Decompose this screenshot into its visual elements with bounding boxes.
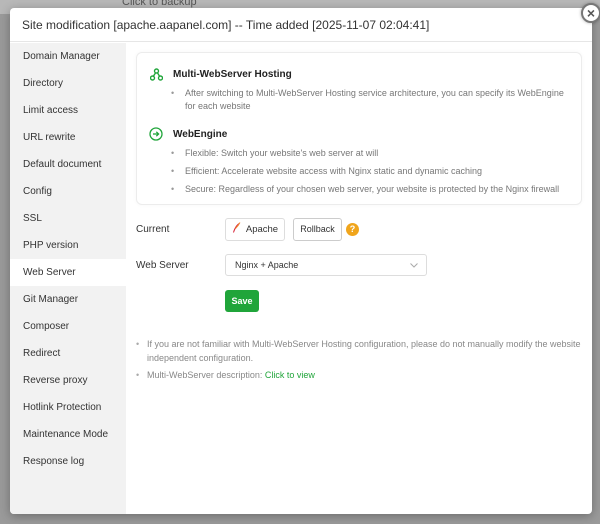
sidebar-item-url-rewrite[interactable]: URL rewrite — [10, 124, 126, 151]
close-icon[interactable]: × — [581, 3, 600, 23]
dialog-title: Site modification [apache.aapanel.com] -… — [22, 17, 430, 32]
info-card: Multi-WebServer Hosting After switching … — [136, 52, 582, 205]
apache-feather-icon — [232, 222, 241, 236]
current-label: Current — [136, 223, 170, 235]
dialog-header: Site modification [apache.aapanel.com] -… — [10, 8, 592, 42]
engine-bullets: Flexible: Switch your website's web serv… — [171, 147, 569, 196]
chevron-down-icon — [410, 260, 418, 270]
backdrop-backup-link: Click to backup — [122, 0, 197, 8]
sidebar-item-hotlink-protection[interactable]: Hotlink Protection — [10, 394, 126, 421]
sidebar-item-maintenance-mode[interactable]: Maintenance Mode — [10, 421, 126, 448]
list-item: Secure: Regardless of your chosen web se… — [171, 183, 569, 196]
webserver-row: Web Server Nginx + Apache — [136, 252, 582, 278]
webserver-label: Web Server — [136, 259, 189, 271]
click-to-view-link[interactable]: Click to view — [265, 370, 315, 380]
sidebar-item-directory[interactable]: Directory — [10, 70, 126, 97]
sidebar: Domain Manager Directory Limit access UR… — [10, 43, 126, 514]
current-row: Current Apache Rollback ? — [136, 216, 582, 242]
sidebar-item-php-version[interactable]: PHP version — [10, 232, 126, 259]
sidebar-item-git-manager[interactable]: Git Manager — [10, 286, 126, 313]
list-item: After switching to Multi-WebServer Hosti… — [171, 87, 569, 113]
sidebar-item-redirect[interactable]: Redirect — [10, 340, 126, 367]
sidebar-item-default-document[interactable]: Default document — [10, 151, 126, 178]
sidebar-item-limit-access[interactable]: Limit access — [10, 97, 126, 124]
engine-feature-title: WebEngine — [149, 127, 569, 141]
web-server-panel: Multi-WebServer Hosting After switching … — [126, 43, 592, 514]
list-item: Flexible: Switch your website's web serv… — [171, 147, 569, 160]
rollback-button[interactable]: Rollback — [293, 217, 342, 241]
hosting-title-text: Multi-WebServer Hosting — [173, 68, 292, 80]
sidebar-item-ssl[interactable]: SSL — [10, 205, 126, 232]
webserver-select-value: Nginx + Apache — [235, 260, 299, 270]
network-nodes-icon — [149, 67, 163, 81]
note-description: Multi-WebServer description: Click to vi… — [136, 368, 582, 382]
list-item: Efficient: Accelerate website access wit… — [171, 165, 569, 178]
sidebar-item-reverse-proxy[interactable]: Reverse proxy — [10, 367, 126, 394]
sidebar-item-config[interactable]: Config — [10, 178, 126, 205]
engine-title-text: WebEngine — [173, 128, 228, 140]
question-icon[interactable]: ? — [346, 222, 359, 236]
site-modification-dialog: Site modification [apache.aapanel.com] -… — [10, 8, 592, 514]
arrow-circle-icon — [149, 127, 163, 141]
save-button[interactable]: Save — [225, 290, 259, 312]
sidebar-item-response-log[interactable]: Response log — [10, 448, 126, 475]
note-config-warning: If you are not familiar with Multi-WebSe… — [136, 337, 582, 365]
sidebar-item-domain-manager[interactable]: Domain Manager — [10, 43, 126, 70]
note-description-prefix: Multi-WebServer description: — [147, 370, 263, 380]
webserver-select[interactable]: Nginx + Apache — [225, 254, 427, 276]
hosting-bullets: After switching to Multi-WebServer Hosti… — [171, 87, 569, 113]
hosting-feature-title: Multi-WebServer Hosting — [149, 67, 569, 81]
current-server-badge: Apache — [225, 217, 285, 241]
sidebar-item-composer[interactable]: Composer — [10, 313, 126, 340]
notes-list: If you are not familiar with Multi-WebSe… — [136, 337, 582, 382]
current-server-value: Apache — [245, 223, 279, 235]
sidebar-item-web-server[interactable]: Web Server — [10, 259, 126, 286]
